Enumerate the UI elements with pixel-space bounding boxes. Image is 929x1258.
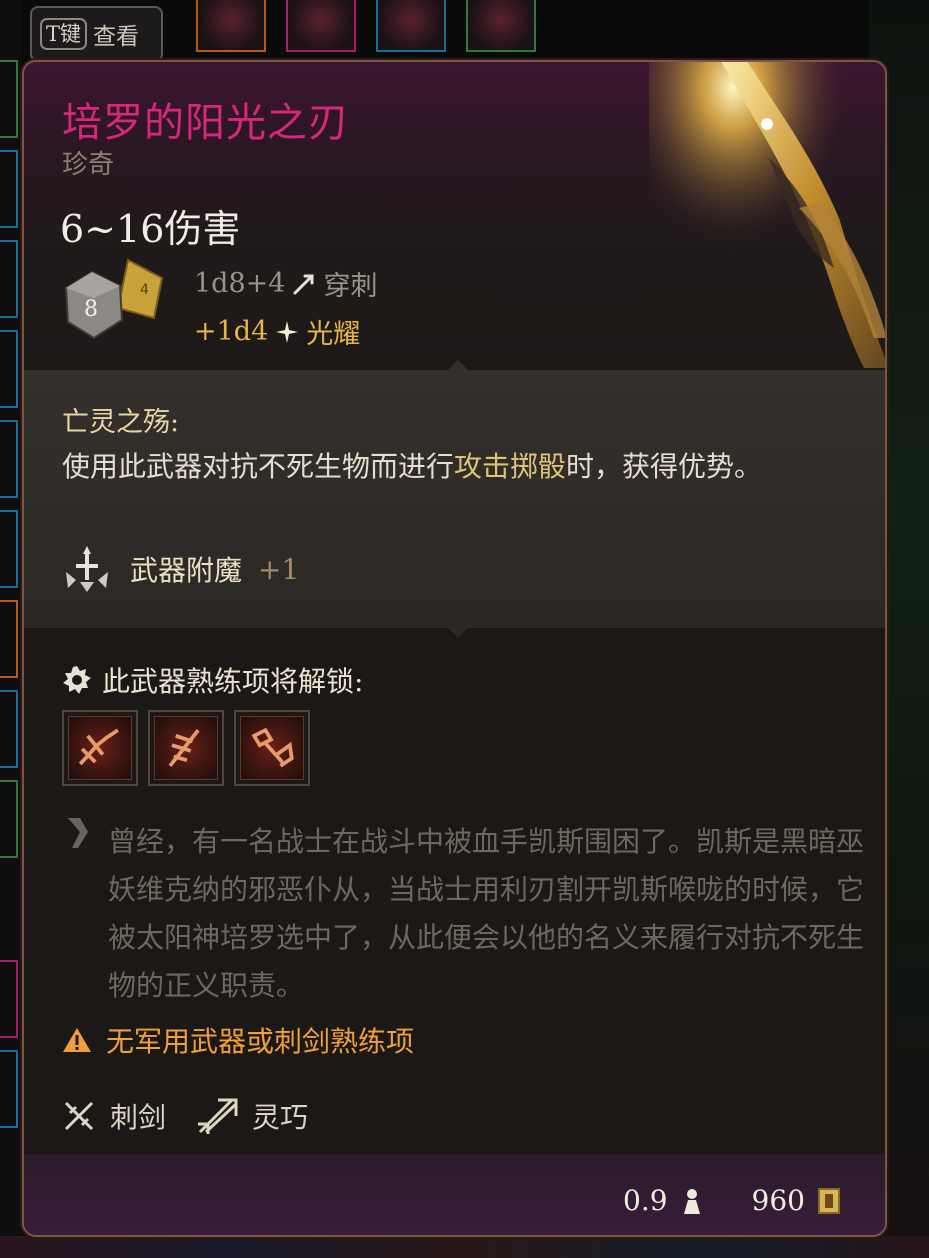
inventory-slot[interactable] xyxy=(0,600,18,678)
inventory-slot[interactable] xyxy=(0,240,18,318)
inventory-slot[interactable] xyxy=(0,150,18,228)
passive-description: 使用此武器对抗不死生物而进行攻击掷骰时，获得优势。 xyxy=(62,450,763,483)
proficiency-label: 此武器熟练项将解锁: xyxy=(102,665,364,698)
weapon-action-icon[interactable] xyxy=(234,710,310,786)
equipment-slot[interactable] xyxy=(286,0,356,52)
equipment-slot[interactable] xyxy=(376,0,446,52)
attack-roll-keyword[interactable]: 攻击掷骰 xyxy=(454,450,566,483)
lore-text: 曾经，有一名战士在战斗中被血手凯斯围困了。凯斯是黑暗巫妖维克纳的邪恶仆从，当战士… xyxy=(108,825,865,1002)
finesse-icon xyxy=(198,1098,238,1134)
enchantment-value: +1 xyxy=(258,552,300,586)
weapon-action-icon[interactable] xyxy=(62,710,138,786)
hotkey-label: 查看 xyxy=(93,24,140,50)
inventory-slot[interactable] xyxy=(0,780,18,858)
die-face: 8 xyxy=(84,297,98,322)
inventory-slot[interactable] xyxy=(0,510,18,588)
item-name: 培罗的阳光之刃 xyxy=(62,100,349,146)
weapon-action-icon[interactable] xyxy=(148,710,224,786)
radiant-sparkle-icon xyxy=(276,320,299,343)
equipment-slot[interactable] xyxy=(466,0,536,52)
item-tooltip: 培罗的阳光之刃 珍奇 6~16伤害 4 8 1d8+4 穿刺 +1d4 光耀 亡… xyxy=(22,60,887,1237)
property-rapier[interactable]: 刺剑 xyxy=(62,1096,166,1136)
warning-text: 无军用武器或刺剑熟练项 xyxy=(106,1025,415,1058)
inspect-hotkey-hint[interactable]: T键 查看 xyxy=(30,6,163,62)
item-stats: 0.9 960 xyxy=(623,1184,841,1217)
proficiency-badge-icon xyxy=(63,666,91,694)
hotkey-key: T键 xyxy=(40,18,88,50)
property-finesse[interactable]: 灵巧 xyxy=(196,1096,308,1136)
lore-quill-icon xyxy=(68,818,88,848)
inventory-slot[interactable] xyxy=(0,420,18,498)
damage-range: 6~16伤害 xyxy=(60,207,241,251)
item-value: 960 xyxy=(751,1184,805,1217)
inventory-slot[interactable] xyxy=(0,960,18,1038)
damage-type: 光耀 xyxy=(306,319,361,350)
rapier-icon xyxy=(64,1101,94,1131)
damage-line-piercing: 1d8+4 穿刺 xyxy=(194,264,377,303)
damage-line-radiant: +1d4 光耀 xyxy=(194,312,360,351)
passive-name: 亡灵之殇: xyxy=(62,407,180,438)
damage-dice: +1d4 xyxy=(194,316,269,347)
weight-icon xyxy=(683,1188,700,1214)
enchantment-label: 武器附魔 xyxy=(130,554,243,587)
damage-dice: 1d8+4 xyxy=(194,268,286,299)
enchantment-sword-icon xyxy=(66,546,108,592)
inventory-slot[interactable] xyxy=(0,330,18,408)
warning-icon xyxy=(63,1028,91,1052)
inventory-slot[interactable] xyxy=(0,1050,18,1128)
section-divider-notch xyxy=(448,360,468,370)
property-label: 灵巧 xyxy=(252,1101,309,1134)
inventory-slot[interactable] xyxy=(0,60,18,138)
weapon-action-list xyxy=(62,710,310,786)
inventory-slot[interactable] xyxy=(0,690,18,768)
section-divider-notch xyxy=(448,628,468,638)
proficiency-warning: 无军用武器或刺剑熟练项 xyxy=(62,1020,414,1060)
damage-type: 穿刺 xyxy=(323,271,378,302)
weapon-properties: 刺剑 灵巧 xyxy=(62,1096,322,1136)
dice-icon: 4 8 xyxy=(64,258,164,340)
weapon-image xyxy=(649,62,885,368)
piercing-arrow-icon xyxy=(293,274,314,294)
equipment-slot[interactable] xyxy=(196,0,266,52)
proficiency-unlock: 此武器熟练项将解锁: xyxy=(62,660,363,700)
item-rarity: 珍奇 xyxy=(62,150,115,180)
item-weight: 0.9 xyxy=(623,1184,668,1217)
property-label: 刺剑 xyxy=(110,1101,167,1134)
weapon-enchantment: 武器附魔 +1 xyxy=(60,542,299,596)
gold-coin-icon xyxy=(818,1187,840,1214)
hotbar-strip xyxy=(0,1236,929,1258)
svg-text:4: 4 xyxy=(140,282,149,298)
